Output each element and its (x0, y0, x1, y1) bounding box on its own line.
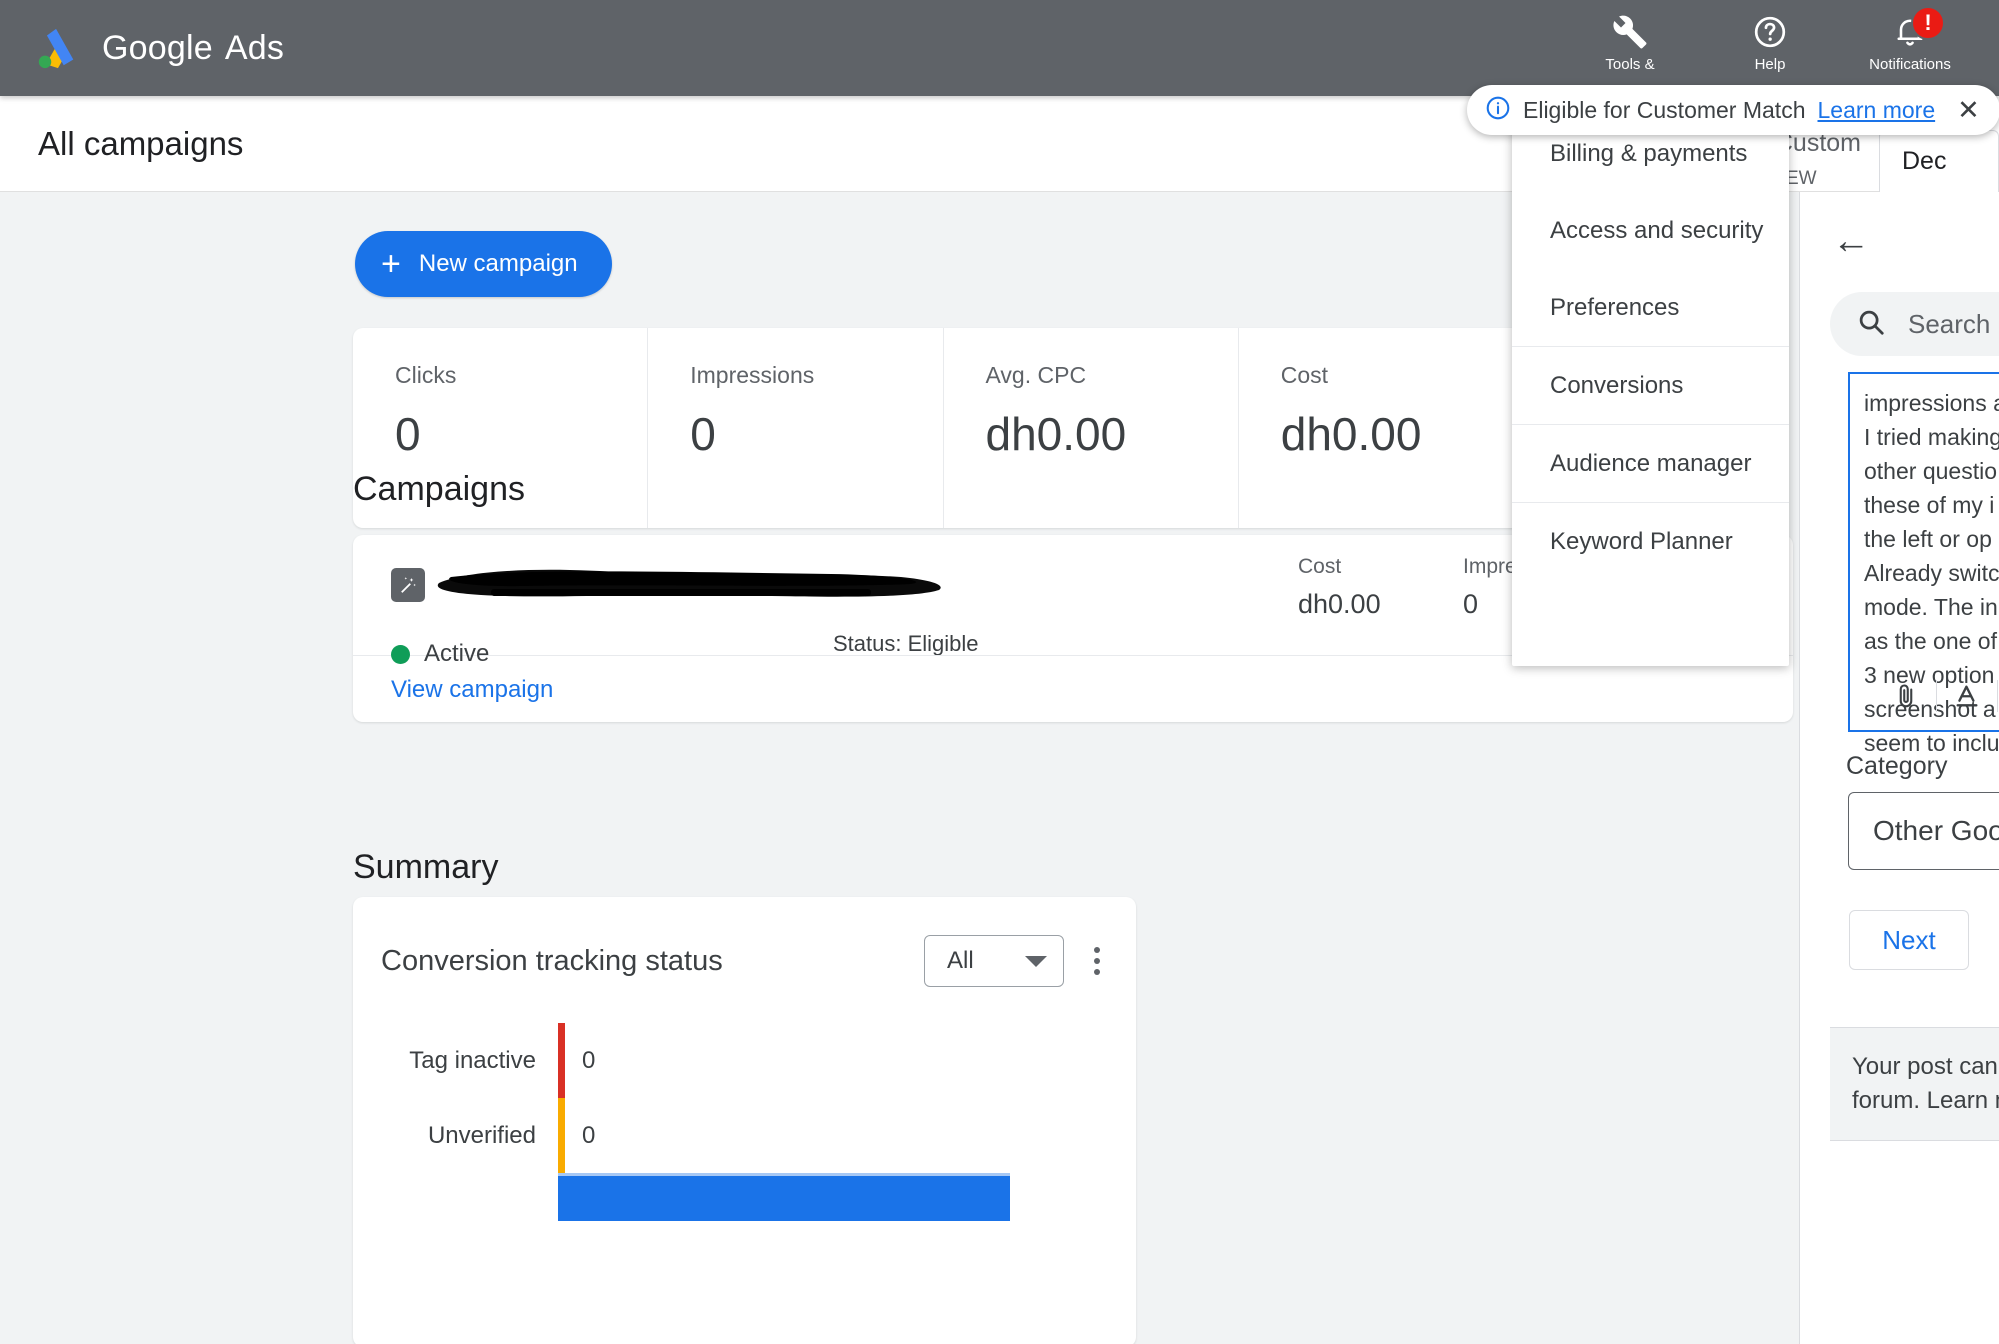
metrics-summary-card: Clicks 0 Impressions 0 Avg. CPC dh0.00 C… (353, 328, 1533, 528)
search-icon (1856, 307, 1886, 342)
metric-label: Cost (1281, 362, 1533, 389)
help-label: Help (1755, 56, 1786, 74)
more-vert-icon[interactable] (1082, 941, 1112, 981)
chart-value-label: 0 (565, 1122, 595, 1150)
notifications-label: Notifications (1869, 56, 1951, 74)
notifications-badge: ! (1911, 6, 1945, 40)
page-title: All campaigns (38, 125, 243, 163)
help-circle-icon (1752, 12, 1788, 52)
editor-toolbar (1848, 662, 1999, 732)
customer-match-toast: Eligible for Customer Match Learn more ✕ (1467, 85, 1999, 135)
toast-message: Eligible for Customer Match (1523, 97, 1806, 124)
status-dot-icon (391, 645, 410, 664)
search-placeholder: Search (1908, 309, 1990, 340)
metric-impressions: Impressions 0 (648, 328, 943, 528)
arrow-left-icon[interactable]: ← (1832, 222, 1870, 260)
help-button[interactable]: Help (1721, 12, 1819, 74)
plus-icon: + (381, 249, 401, 279)
metric-value: 0 (690, 407, 942, 461)
date-range-value[interactable]: Dec (1879, 130, 1999, 192)
text-format-icon[interactable] (1937, 682, 1997, 710)
metric-value: dh0.00 (1281, 407, 1533, 461)
chart-bar-tag-inactive (558, 1023, 565, 1098)
menu-item-preferences[interactable]: Preferences (1512, 269, 1789, 346)
new-campaign-button[interactable]: + New campaign (355, 231, 612, 297)
chart-category-label: Tag inactive (353, 1047, 558, 1075)
category-label: Category (1846, 752, 1947, 781)
notifications-button[interactable]: ! Notifications (1861, 12, 1959, 74)
next-button[interactable]: Next (1849, 910, 1969, 970)
campaign-metric-label: Cost (1298, 555, 1463, 579)
brand-ads: Ads (225, 29, 284, 67)
menu-item-access-and-security[interactable]: Access and security (1512, 192, 1789, 269)
post-visibility-text: Your post can b forum. Learn m (1852, 1050, 1999, 1118)
menu-item-keyword-planner[interactable]: Keyword Planner (1512, 503, 1789, 580)
google-ads-logo[interactable]: Google Ads (34, 25, 284, 71)
search-input[interactable]: Search (1830, 292, 1999, 356)
menu-item-conversions[interactable]: Conversions (1512, 347, 1789, 424)
metric-avg-cpc: Avg. CPC dh0.00 (944, 328, 1239, 528)
campaign-name-redacted (431, 563, 953, 605)
conversion-card-header: Conversion tracking status All (353, 897, 1136, 987)
info-circle-icon (1485, 95, 1511, 126)
metric-label: Avg. CPC (986, 362, 1238, 389)
chart-row: Tag inactive 0 (353, 1023, 1136, 1098)
tools-and-settings-menu: Billing & payments Access and security P… (1512, 115, 1789, 666)
app-root: Google Ads Tools & settings (0, 0, 1999, 1344)
metric-value: dh0.00 (986, 407, 1238, 461)
chart-category-label: Unverified (353, 1122, 558, 1150)
metric-label: Impressions (690, 362, 942, 389)
toast-learn-more-link[interactable]: Learn more (1818, 97, 1936, 124)
overview-tab-fragment: EW (1786, 168, 1817, 190)
metric-value: 0 (395, 407, 647, 461)
brand-name: Google Ads (102, 29, 284, 68)
topbar-actions: Tools & settings Help (1581, 0, 1999, 96)
top-app-bar: Google Ads Tools & settings (0, 0, 1999, 96)
chart-bar-unverified (558, 1098, 565, 1173)
support-side-panel: ← Search impressions a I tried making ot… (1799, 192, 1999, 1344)
chart-row: Unverified 0 (353, 1098, 1136, 1173)
menu-item-audience-manager[interactable]: Audience manager (1512, 425, 1789, 502)
conversion-filter-select[interactable]: All (924, 935, 1064, 987)
chart-row (353, 1173, 1136, 1221)
campaign-state-label: Active (424, 640, 489, 668)
close-icon[interactable]: ✕ (1957, 97, 1980, 124)
chart-bar-no-recent-conversions (558, 1173, 1010, 1221)
new-campaign-label: New campaign (419, 250, 578, 278)
campaign-state: Active (391, 640, 489, 668)
menu-group-shared-library: Audience manager (1512, 425, 1789, 503)
attach-file-icon[interactable] (1876, 682, 1936, 710)
conversion-filter-value: All (947, 947, 974, 975)
menu-group-planning: Keyword Planner (1512, 503, 1789, 580)
tools-and-settings-label: Tools & settings (1604, 56, 1656, 76)
campaign-status-text: Status: Eligible (833, 631, 979, 657)
category-select[interactable]: Other Goog (1848, 792, 1999, 870)
post-visibility-notice: Your post can b forum. Learn m (1830, 1027, 1999, 1141)
metric-cost: Cost dh0.00 (1239, 328, 1533, 528)
campaigns-heading: Campaigns (353, 470, 525, 509)
chart-value-label: 0 (565, 1047, 595, 1075)
menu-group-measurement: Conversions (1512, 347, 1789, 425)
post-text-editor[interactable]: impressions a I tried making other quest… (1848, 372, 1999, 662)
conversion-tracking-status-card: Conversion tracking status All Tag inact… (353, 897, 1136, 1344)
brand-google: Google (102, 29, 213, 67)
campaign-metric-value: dh0.00 (1298, 589, 1463, 620)
view-campaign-link[interactable]: View campaign (391, 676, 553, 704)
menu-group-setup: Billing & payments Access and security P… (1512, 115, 1789, 347)
chevron-down-icon (1025, 956, 1047, 967)
wrench-icon (1612, 12, 1648, 52)
magic-wand-icon (391, 568, 425, 602)
campaign-metric-cost: Cost dh0.00 (1298, 555, 1463, 620)
ads-logo-icon (34, 25, 80, 71)
summary-heading: Summary (353, 848, 498, 887)
tools-and-settings-button[interactable]: Tools & settings (1581, 12, 1679, 76)
conversion-status-chart: Tag inactive 0 Unverified 0 (353, 1023, 1136, 1221)
conversion-card-title: Conversion tracking status (381, 945, 723, 978)
metric-label: Clicks (395, 362, 647, 389)
